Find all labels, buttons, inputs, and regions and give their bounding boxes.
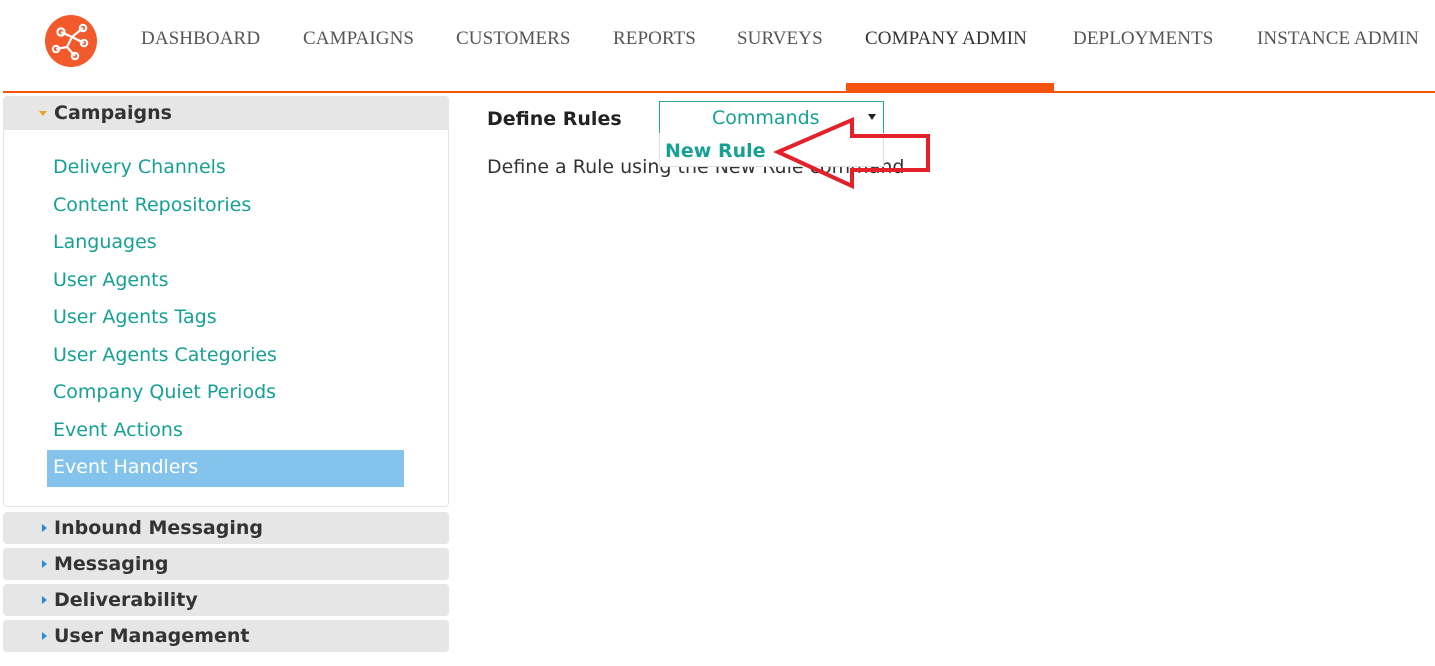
commands-menu: New Rule [659, 133, 884, 167]
accordion-label: Messaging [54, 553, 169, 575]
sidebar-item-user-agents-tags[interactable]: User Agents Tags [53, 306, 217, 328]
nav-customers[interactable]: CUSTOMERS [456, 28, 571, 50]
sidebar-item-user-agents[interactable]: User Agents [53, 269, 168, 291]
sidebar-item-label: Event Handlers [53, 456, 199, 478]
sidebar-item-event-actions[interactable]: Event Actions [53, 419, 183, 441]
menu-item-new-rule[interactable]: New Rule [665, 140, 766, 162]
caret-right-icon [42, 632, 47, 640]
chevron-down-icon [868, 114, 876, 120]
nav-reports[interactable]: REPORTS [613, 28, 696, 50]
sidebar-item-event-handlers[interactable]: Event Handlers [47, 450, 404, 487]
nav-divider [3, 91, 1435, 93]
sidebar-item-content-repositories[interactable]: Content Repositories [53, 194, 251, 216]
molecule-network-icon [51, 23, 89, 61]
commands-dropdown[interactable]: Commands [659, 101, 884, 134]
commands-dropdown-label: Commands [712, 107, 820, 129]
caret-right-icon [42, 524, 47, 532]
accordion-user-management[interactable]: User Management [3, 620, 449, 652]
caret-right-icon [42, 596, 47, 604]
accordion-deliverability[interactable]: Deliverability [3, 584, 449, 616]
page-title: Define Rules [487, 108, 622, 130]
accordion-label: Campaigns [54, 102, 172, 124]
nav-deployments[interactable]: DEPLOYMENTS [1073, 28, 1213, 50]
nav-campaigns[interactable]: CAMPAIGNS [303, 28, 414, 50]
sidebar-item-company-quiet-periods[interactable]: Company Quiet Periods [53, 381, 276, 403]
nav-dashboard[interactable]: DASHBOARD [141, 28, 260, 50]
accordion-label: Inbound Messaging [54, 517, 263, 539]
top-navigation: DASHBOARD CAMPAIGNS CUSTOMERS REPORTS SU… [0, 0, 1435, 93]
accordion-inbound-messaging[interactable]: Inbound Messaging [3, 512, 449, 544]
sidebar-item-user-agents-categories[interactable]: User Agents Categories [53, 344, 277, 366]
nav-surveys[interactable]: SURVEYS [737, 28, 823, 50]
accordion-campaigns[interactable]: Campaigns [3, 96, 449, 130]
caret-down-icon [39, 111, 47, 116]
caret-right-icon [42, 560, 47, 568]
logo[interactable] [45, 15, 97, 67]
accordion-messaging[interactable]: Messaging [3, 548, 449, 580]
accordion-label: User Management [54, 625, 250, 647]
nav-instance-admin[interactable]: INSTANCE ADMIN [1257, 28, 1419, 50]
sidebar-item-delivery-channels[interactable]: Delivery Channels [53, 156, 226, 178]
sidebar-item-languages[interactable]: Languages [53, 231, 157, 253]
nav-company-admin[interactable]: COMPANY ADMIN [865, 28, 1027, 50]
accordion-label: Deliverability [54, 589, 198, 611]
